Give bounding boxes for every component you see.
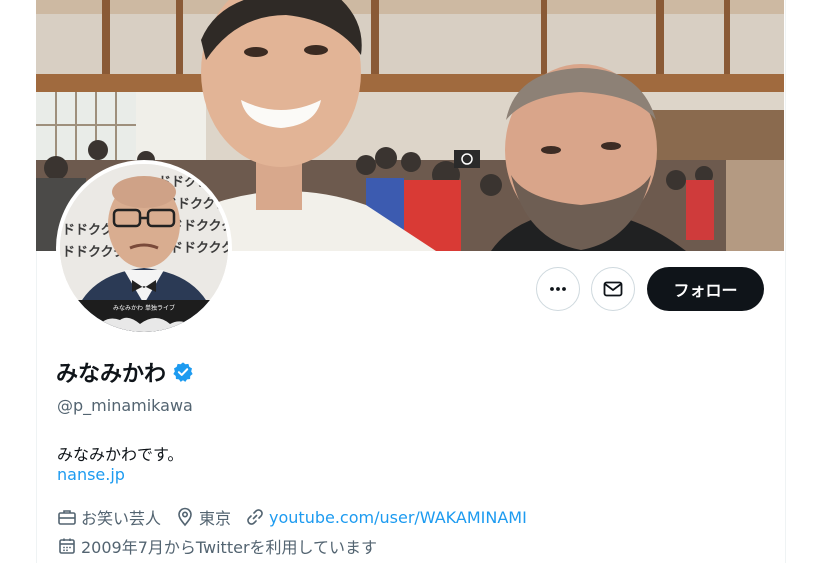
category-text: お笑い芸人 xyxy=(81,509,162,528)
display-name-row: みなみかわ xyxy=(56,356,194,388)
joined-row: 2009年7月からTwitterを利用しています xyxy=(57,534,391,558)
ellipsis-icon xyxy=(550,287,566,291)
display-name: みなみかわ xyxy=(56,362,167,387)
avatar-pattern-text-4: ドドクククンン xyxy=(170,241,228,256)
briefcase-icon xyxy=(58,510,76,525)
bio-website-link[interactable]: nanse.jp xyxy=(57,465,125,484)
link-icon xyxy=(247,509,263,525)
profile-meta-row: お笑い芸人 東京 youtube.com/user/WAKAMINAMI xyxy=(57,505,541,529)
calendar-icon xyxy=(59,538,75,554)
location-pin-icon xyxy=(178,507,192,527)
location-text: 東京 xyxy=(199,509,232,528)
avatar-poster-text: みなみかわ 単独ライブ xyxy=(113,304,175,312)
profile-link-item[interactable]: youtube.com/user/WAKAMINAMI xyxy=(245,507,527,527)
location-item: 東京 xyxy=(175,505,231,529)
profile-link[interactable]: youtube.com/user/WAKAMINAMI xyxy=(269,508,527,527)
envelope-icon xyxy=(603,281,623,297)
message-button[interactable] xyxy=(591,267,635,311)
verified-badge-icon[interactable] xyxy=(172,361,194,383)
profile-avatar[interactable]: ドドクククンン ドドクククンン ドドクククンン ドドクククンン ドドクククンン … xyxy=(56,160,232,336)
profile-bio: みなみかわです。 xyxy=(57,445,184,464)
category-item: お笑い芸人 xyxy=(57,505,161,529)
joined-item: 2009年7月からTwitterを利用しています xyxy=(57,534,377,558)
more-button[interactable] xyxy=(536,267,580,311)
user-handle: @p_minamikawa xyxy=(57,396,193,415)
avatar-image: ドドクククンン ドドクククンン ドドクククンン ドドクククンン ドドクククンン … xyxy=(60,164,228,332)
joined-text: 2009年7月からTwitterを利用しています xyxy=(81,538,378,557)
follow-button[interactable]: フォロー xyxy=(647,267,764,311)
